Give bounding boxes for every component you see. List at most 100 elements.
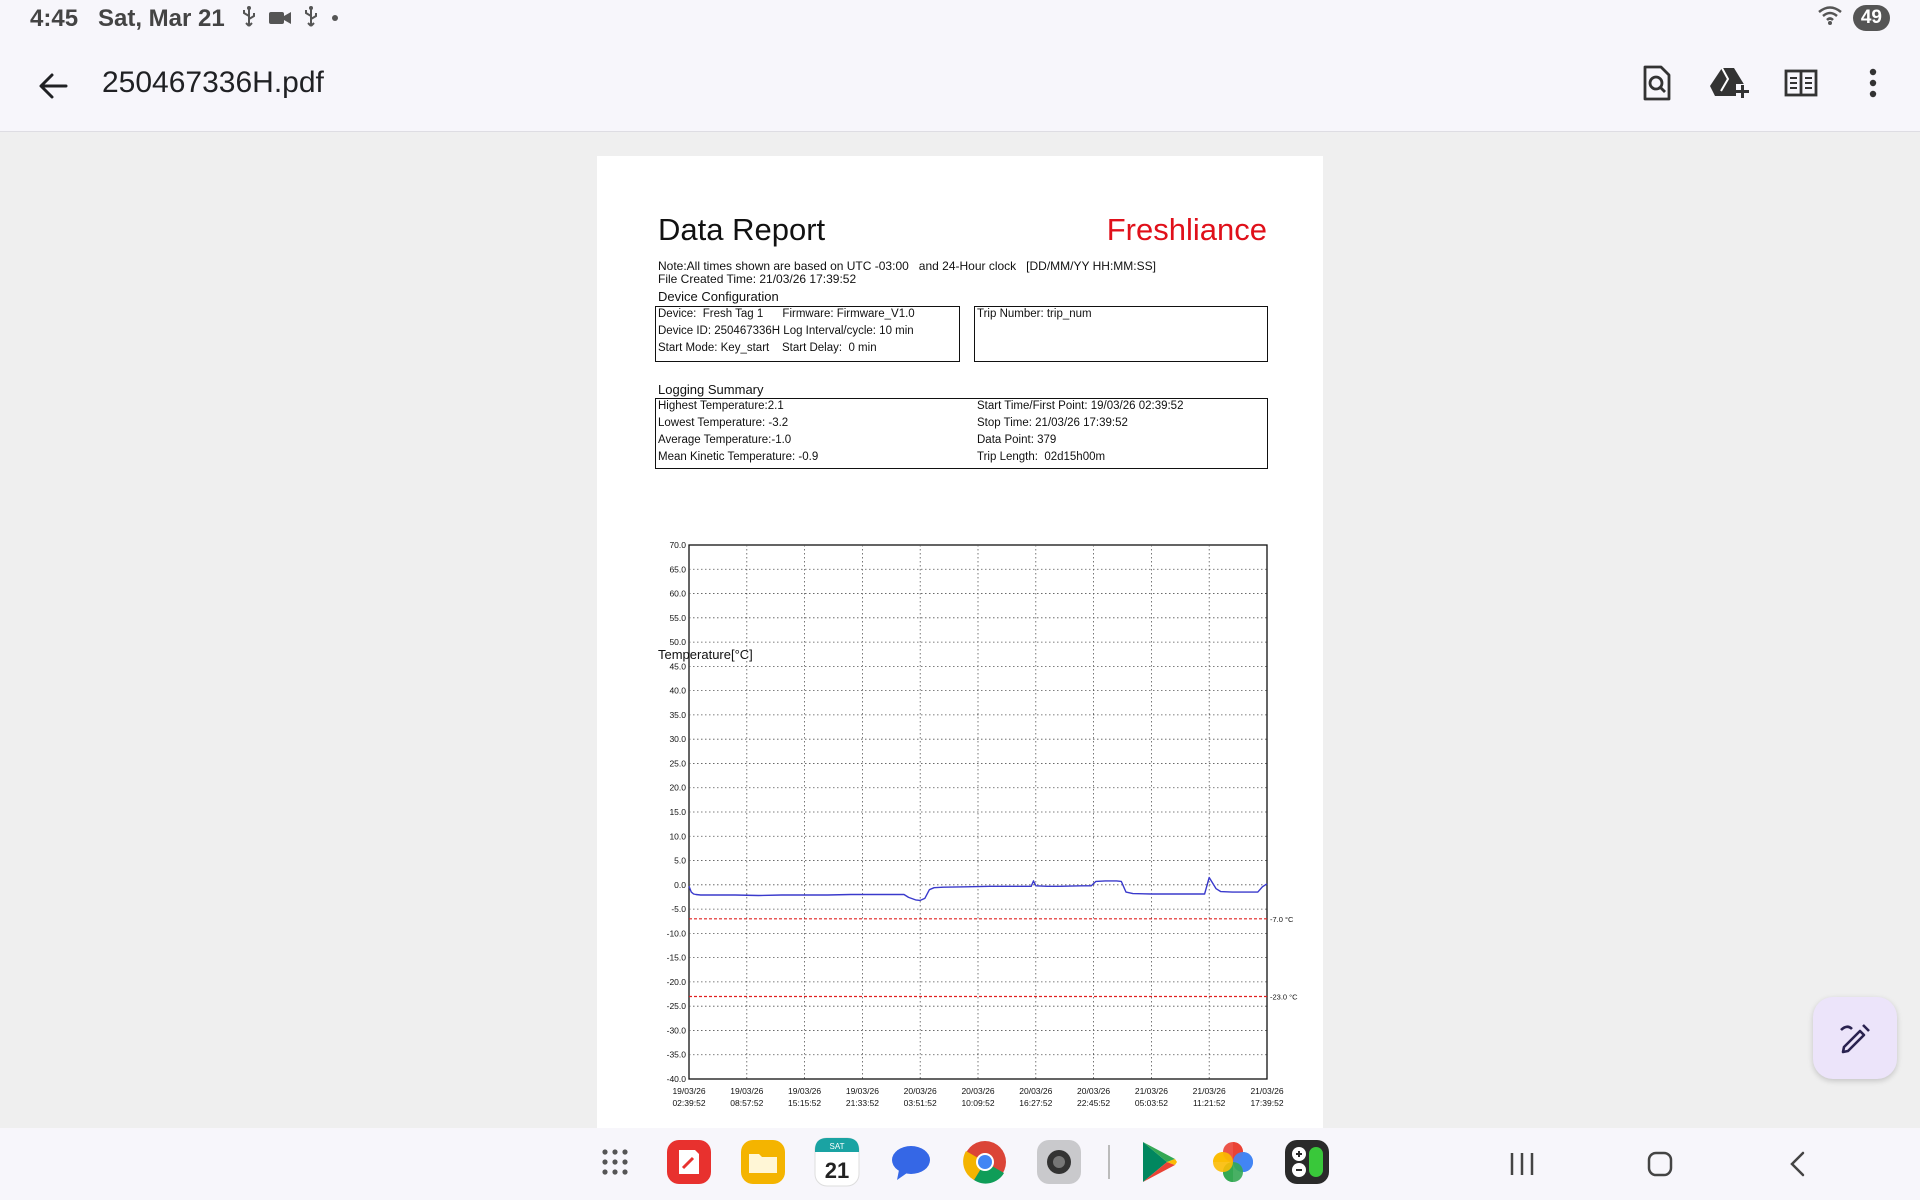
x-tick-label-time: 03:51:52 xyxy=(904,1098,937,1108)
usb-icon xyxy=(240,6,258,30)
chrome-app-icon xyxy=(963,1141,1006,1184)
add-to-drive-button[interactable] xyxy=(1708,60,1750,106)
search-in-document-button[interactable] xyxy=(1636,60,1678,106)
dock-separator xyxy=(1108,1145,1110,1179)
search-in-document-icon xyxy=(1643,65,1671,101)
y-tick-label: 45.0 xyxy=(669,661,686,671)
pdf-viewer[interactable]: Data Report Freshliance Note:All times s… xyxy=(0,133,1920,1136)
y-tick-label: 55.0 xyxy=(669,613,686,623)
status-notification-icons xyxy=(240,6,340,30)
x-tick-label-time: 15:15:52 xyxy=(788,1098,821,1108)
temperature-chart: 70.0 65.0 60.0 55.0 50.0 45.0 40.0 35.0 30.0 25.0… xyxy=(667,540,1299,1108)
y-tick-label: -20.0 xyxy=(667,977,687,987)
home-button[interactable] xyxy=(1638,1142,1682,1186)
threshold-label: -23.0 °C xyxy=(1270,992,1298,1001)
more-options-button[interactable] xyxy=(1852,60,1894,106)
status-time: 4:45 xyxy=(30,5,79,32)
play-store-app-button[interactable] xyxy=(1134,1136,1184,1188)
y-tick-label: -10.0 xyxy=(667,928,687,938)
y-tick-label: 30.0 xyxy=(669,734,686,744)
video-camera-icon xyxy=(268,7,292,29)
y-tick-label: 20.0 xyxy=(669,783,686,793)
annotate-button[interactable] xyxy=(1813,997,1897,1079)
y-tick-label: 50.0 xyxy=(669,637,686,647)
x-tick-label-date: 20/03/26 xyxy=(1077,1086,1110,1096)
home-icon xyxy=(1647,1151,1673,1177)
navigation-bar: SAT 21 xyxy=(0,1128,1920,1200)
threshold-label: -7.0 °C xyxy=(1270,915,1294,924)
notes-app-icon xyxy=(667,1140,711,1184)
notes-app-button[interactable] xyxy=(664,1136,714,1188)
x-tick-label-time: 16:27:52 xyxy=(1019,1098,1052,1108)
y-tick-label: -5.0 xyxy=(671,904,686,914)
y-tick-label: -35.0 xyxy=(667,1050,687,1060)
app-bar: 250467336H.pdf xyxy=(0,36,1920,132)
app-dock: SAT 21 xyxy=(590,1136,1332,1188)
y-tick-label: -40.0 xyxy=(667,1074,687,1084)
camera-app-button[interactable] xyxy=(1034,1136,1084,1188)
my-files-app-icon xyxy=(741,1140,785,1184)
x-tick-label-date: 19/03/26 xyxy=(788,1086,821,1096)
calendar-app-icon: SAT 21 xyxy=(814,1137,860,1187)
x-tick-label-time: 08:57:52 xyxy=(730,1098,763,1108)
temperature-series-line xyxy=(688,876,1268,902)
pen-annotate-icon xyxy=(1840,1024,1870,1054)
calendar-day-text: SAT xyxy=(830,1142,845,1151)
y-tick-label: 25.0 xyxy=(669,758,686,768)
status-date: Sat, Mar 21 xyxy=(98,5,225,32)
messages-app-button[interactable] xyxy=(886,1136,936,1188)
camera-app-icon xyxy=(1037,1140,1081,1184)
system-navigation xyxy=(1500,1142,1820,1186)
x-tick-label-time: 22:45:52 xyxy=(1077,1098,1110,1108)
file-name-title: 250467336H.pdf xyxy=(102,66,324,99)
reading-mode-button[interactable] xyxy=(1780,60,1822,106)
photos-app-button[interactable] xyxy=(1208,1136,1258,1188)
play-store-app-icon xyxy=(1143,1142,1177,1182)
y-tick-label: -30.0 xyxy=(667,1025,687,1035)
more-options-icon xyxy=(1869,68,1877,98)
x-tick-label-date: 20/03/26 xyxy=(961,1086,994,1096)
x-tick-label-time: 02:39:52 xyxy=(672,1098,705,1108)
recent-apps-icon xyxy=(1510,1153,1534,1175)
y-tick-label: 15.0 xyxy=(669,807,686,817)
calculator-app-icon xyxy=(1285,1140,1329,1184)
recent-apps-button[interactable] xyxy=(1500,1142,1544,1186)
calculator-app-button[interactable] xyxy=(1282,1136,1332,1188)
x-tick-label-date: 21/03/26 xyxy=(1135,1086,1168,1096)
x-tick-label-date: 21/03/26 xyxy=(1193,1086,1226,1096)
x-tick-label-date: 21/03/26 xyxy=(1250,1086,1283,1096)
x-tick-label-date: 20/03/26 xyxy=(1019,1086,1052,1096)
reading-mode-icon xyxy=(1784,69,1818,97)
y-tick-label: 70.0 xyxy=(669,540,686,550)
x-tick-label-time: 21:33:52 xyxy=(846,1098,879,1108)
back-nav-icon xyxy=(1790,1151,1805,1177)
y-tick-label: 40.0 xyxy=(669,686,686,696)
chrome-app-button[interactable] xyxy=(960,1136,1010,1188)
usb-icon xyxy=(302,6,320,30)
y-tick-label: 5.0 xyxy=(674,856,686,866)
my-files-app-button[interactable] xyxy=(738,1136,788,1188)
y-tick-label: 0.0 xyxy=(674,880,686,890)
x-tick-label-time: 05:03:52 xyxy=(1135,1098,1168,1108)
back-nav-button[interactable] xyxy=(1776,1142,1820,1186)
app-drawer-icon xyxy=(602,1149,628,1175)
app-drawer-button[interactable] xyxy=(590,1136,640,1188)
x-tick-label-date: 19/03/26 xyxy=(672,1086,705,1096)
dot-icon xyxy=(330,6,340,30)
x-tick-label-date: 19/03/26 xyxy=(846,1086,879,1096)
pdf-page: Data Report Freshliance Note:All times s… xyxy=(597,156,1323,1136)
battery-level: 49 xyxy=(1852,4,1890,31)
y-tick-label: 65.0 xyxy=(669,564,686,574)
status-bar: 4:45 Sat, Mar 21 49 xyxy=(0,0,1920,36)
x-tick-label-time: 11:21:52 xyxy=(1193,1098,1226,1108)
y-tick-label: -25.0 xyxy=(667,1001,687,1011)
y-tick-label: 35.0 xyxy=(669,710,686,720)
x-tick-label-time: 10:09:52 xyxy=(961,1098,994,1108)
back-button[interactable] xyxy=(34,66,74,106)
y-tick-label: 60.0 xyxy=(669,589,686,599)
wifi-icon xyxy=(1817,4,1843,31)
calendar-date-text: 21 xyxy=(825,1158,849,1183)
x-tick-label-date: 19/03/26 xyxy=(730,1086,763,1096)
y-tick-label: -15.0 xyxy=(667,953,687,963)
calendar-app-button[interactable]: SAT 21 xyxy=(812,1136,862,1188)
